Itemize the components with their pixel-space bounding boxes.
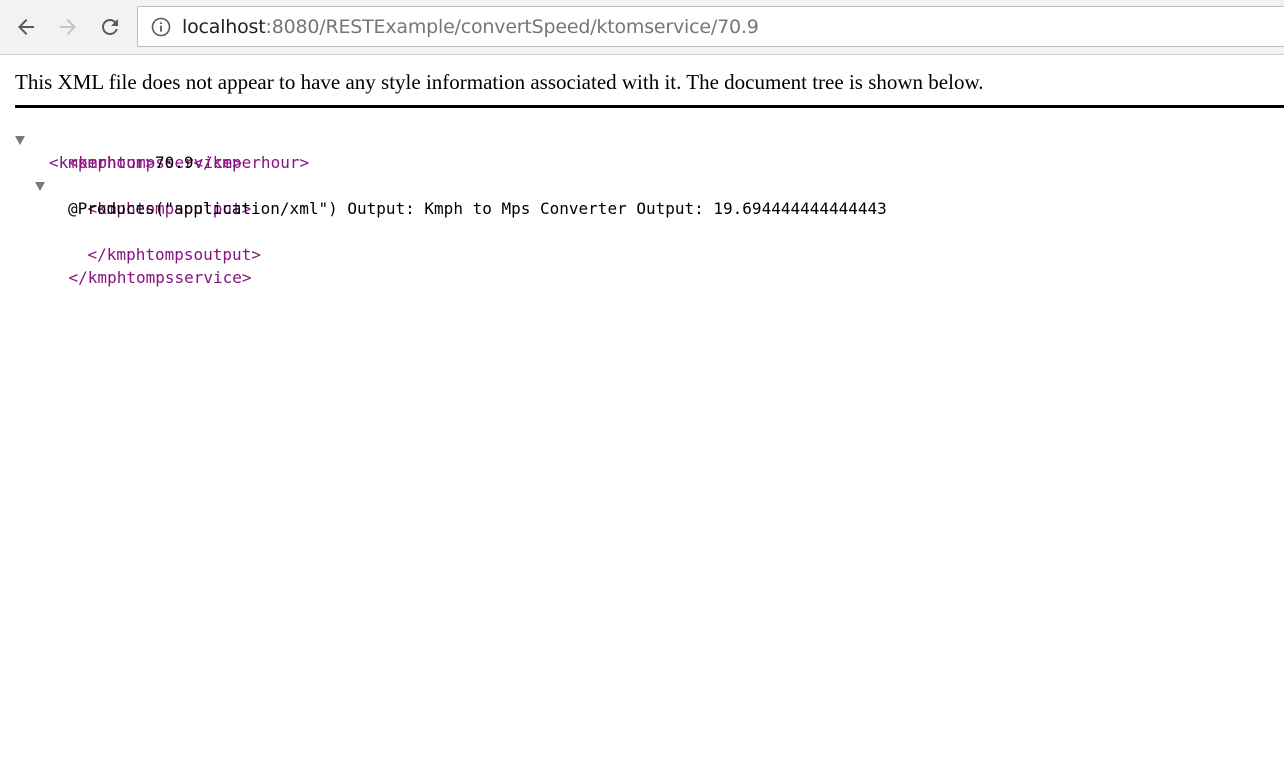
xml-output-close-line: </kmphtompsoutput> (49, 220, 261, 264)
reload-button[interactable] (94, 11, 126, 43)
info-circle-icon[interactable] (150, 16, 172, 38)
collapse-output-triangle-icon[interactable] (35, 182, 45, 191)
arrow-right-icon (60, 19, 76, 35)
arrow-left-icon (18, 19, 34, 35)
address-bar[interactable]: localhost:8080/RESTExample/convertSpeed/… (137, 6, 1284, 47)
url-host: localhost (182, 15, 266, 38)
xml-root-close-line: </kmphtompsservice> (30, 243, 252, 287)
xml-output-open-line: <kmphtompsoutput> (49, 174, 252, 218)
xml-style-notice: This XML file does not appear to have an… (15, 70, 984, 94)
xml-kmperhour-line: <kmperhour>70.9</kmperhour> (49, 151, 309, 174)
browser-toolbar: localhost:8080/RESTExample/convertSpeed/… (0, 0, 1284, 55)
xml-root-open-line: <kmphtompsservice> (30, 128, 242, 172)
forward-button[interactable] (52, 11, 84, 43)
xml-root-close-tag: </kmphtompsservice> (68, 268, 252, 287)
notice-divider (15, 105, 1284, 108)
xml-output-text: @Produces("application/xml") Output: Kmp… (68, 199, 887, 218)
url-text[interactable]: localhost:8080/RESTExample/convertSpeed/… (182, 16, 759, 38)
xml-kmperhour-close-tag: </kmperhour> (193, 153, 310, 172)
back-button[interactable] (10, 11, 42, 43)
xml-kmperhour-value: 70.9 (154, 153, 194, 172)
url-path: :8080/RESTExample/convertSpeed/ktomservi… (265, 15, 759, 38)
xml-kmperhour-open-tag: <kmperhour> (49, 153, 155, 172)
collapse-root-triangle-icon[interactable] (15, 136, 25, 145)
reload-icon (102, 19, 118, 35)
